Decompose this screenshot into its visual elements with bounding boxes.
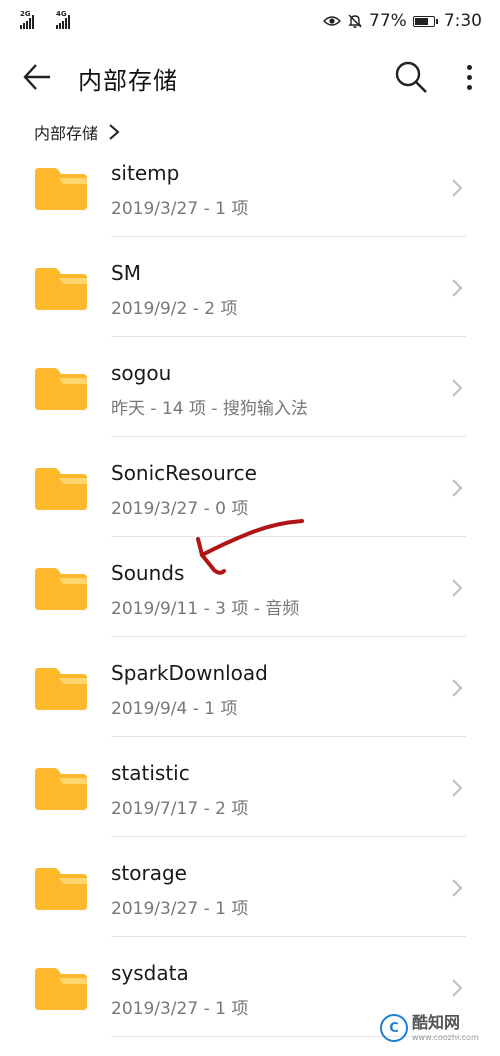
folder-meta: 2019/3/27 - 1 项 [111, 899, 249, 919]
network-type-1: 2G [20, 10, 31, 18]
folder-meta: 2019/3/27 - 1 项 [111, 999, 249, 1019]
network-type-2: 4G [56, 10, 67, 18]
folder-name: sogou [111, 361, 172, 385]
mute-bell-icon [348, 14, 362, 28]
signal-icon: 2G [20, 10, 34, 29]
folder-row-sounds[interactable]: Sounds 2019/9/11 - 3 项 - 音频 [0, 537, 500, 637]
folder-name: SparkDownload [111, 661, 268, 685]
folder-icon [35, 768, 87, 810]
folder-icon [35, 368, 87, 410]
folder-row-sm[interactable]: SM 2019/9/2 - 2 项 [0, 237, 500, 337]
coozhi-logo-icon: C [380, 1014, 408, 1042]
more-vertical-icon[interactable] [455, 58, 483, 96]
app-bar: 内部存储 [0, 42, 500, 112]
folder-icon [35, 668, 87, 710]
chevron-right-icon [452, 679, 463, 697]
status-left: 2G 4G [20, 10, 70, 29]
folder-meta: 2019/9/11 - 3 项 - 音频 [111, 599, 300, 619]
eye-comfort-icon [323, 16, 342, 26]
folder-row-sonicresource[interactable]: SonicResource 2019/3/27 - 0 项 [0, 437, 500, 537]
folder-row-storage[interactable]: storage 2019/3/27 - 1 项 [0, 837, 500, 937]
folder-meta: 2019/7/17 - 2 项 [111, 799, 249, 819]
folder-meta: 2019/3/27 - 0 项 [111, 499, 249, 519]
chevron-right-icon [452, 979, 463, 997]
chevron-right-icon [452, 279, 463, 297]
folder-icon [35, 468, 87, 510]
chevron-right-icon [452, 579, 463, 597]
folder-meta: 2019/3/27 - 1 项 [111, 199, 249, 219]
folder-row-sparkdownload[interactable]: SparkDownload 2019/9/4 - 1 项 [0, 637, 500, 737]
folder-row-sogou[interactable]: sogou 昨天 - 14 项 - 搜狗输入法 [0, 337, 500, 437]
search-icon[interactable] [392, 58, 430, 96]
chevron-right-icon [452, 879, 463, 897]
watermark-name: 酷知网 [412, 1012, 461, 1032]
signal-icon: 4G [56, 10, 70, 29]
folder-name: statistic [111, 761, 190, 785]
folder-meta: 昨天 - 14 项 - 搜狗输入法 [111, 399, 308, 419]
chevron-right-icon [452, 479, 463, 497]
arrow-left-icon[interactable] [20, 60, 54, 94]
folder-name: SonicResource [111, 461, 257, 485]
folder-name: sysdata [111, 961, 189, 985]
chevron-right-icon [452, 179, 463, 197]
status-bar: 2G 4G 77% 7:30 [0, 0, 500, 42]
clock: 7:30 [443, 11, 482, 31]
chevron-right-icon [452, 779, 463, 797]
chevron-right-icon [452, 379, 463, 397]
folder-icon [35, 868, 87, 910]
folder-icon [35, 168, 87, 210]
page-title: 内部存储 [78, 67, 178, 95]
folder-meta: 2019/9/2 - 2 项 [111, 299, 238, 319]
battery-icon [412, 15, 438, 27]
battery-percent: 77% [369, 11, 407, 31]
folder-list: sitemp 2019/3/27 - 1 项 SM 2019/9/2 - 2 项… [0, 137, 500, 1037]
status-right: 77% 7:30 [323, 11, 482, 31]
watermark-url: www.coozhi.com [412, 1032, 479, 1042]
folder-name: Sounds [111, 561, 185, 585]
folder-name: SM [111, 261, 141, 285]
folder-name: storage [111, 861, 187, 885]
folder-icon [35, 968, 87, 1010]
folder-icon [35, 268, 87, 310]
watermark: C 酷知网 www.coozhi.com [380, 1003, 498, 1053]
folder-meta: 2019/9/4 - 1 项 [111, 699, 238, 719]
folder-name: sitemp [111, 161, 180, 185]
folder-row-sitemp[interactable]: sitemp 2019/3/27 - 1 项 [0, 137, 500, 237]
folder-row-statistic[interactable]: statistic 2019/7/17 - 2 项 [0, 737, 500, 837]
folder-icon [35, 568, 87, 610]
